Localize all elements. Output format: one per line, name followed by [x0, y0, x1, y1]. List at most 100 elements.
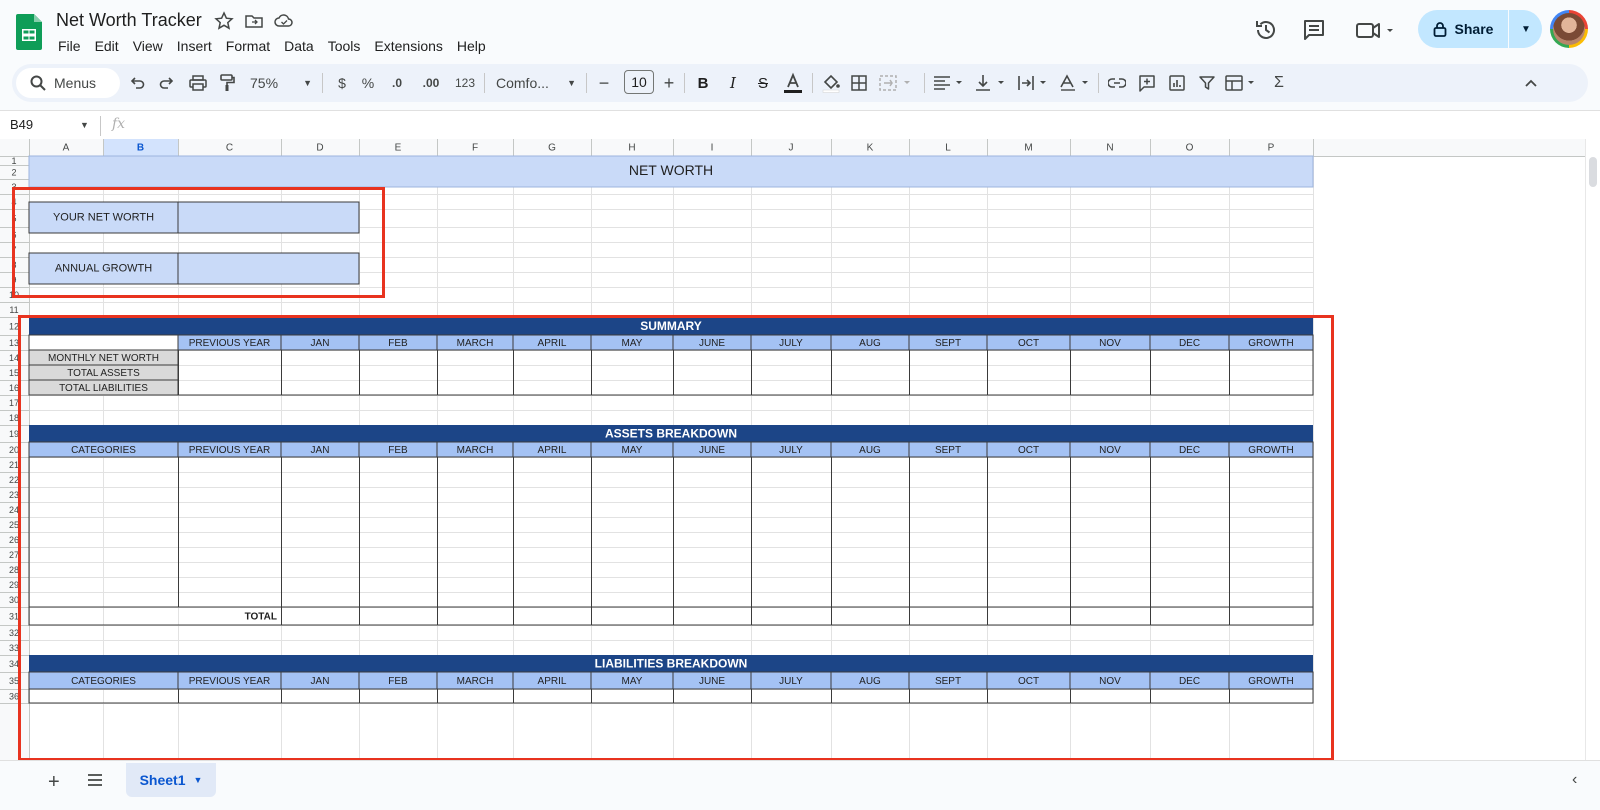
- row-header-1: 1: [11, 156, 16, 166]
- zoom-select[interactable]: 75% ▼: [246, 68, 316, 98]
- column-header-M: M: [1024, 143, 1032, 154]
- zoom-caret-icon: ▼: [303, 78, 312, 88]
- scroll-thumb[interactable]: [1589, 157, 1597, 187]
- menu-data[interactable]: Data: [284, 36, 314, 56]
- menu-view[interactable]: View: [133, 36, 163, 56]
- user-avatar[interactable]: [1550, 10, 1588, 48]
- menu-file[interactable]: File: [58, 36, 81, 56]
- sheet-tab-label: Sheet1: [139, 772, 186, 788]
- menu-edit[interactable]: Edit: [95, 36, 119, 56]
- fill-color-icon[interactable]: [818, 68, 844, 98]
- column-header-N: N: [1106, 143, 1113, 154]
- functions-icon[interactable]: Σ: [1266, 68, 1292, 98]
- side-panel-chevron-icon[interactable]: ‹: [1572, 771, 1577, 789]
- menu-extensions[interactable]: Extensions: [374, 36, 442, 56]
- all-sheets-icon[interactable]: [86, 773, 104, 787]
- menus-search-button[interactable]: Menus: [16, 68, 120, 98]
- net-worth-title: NET WORTH: [629, 162, 713, 178]
- share-label: Share: [1454, 21, 1494, 37]
- menu-format[interactable]: Format: [226, 36, 270, 56]
- document-title[interactable]: Net Worth Tracker: [56, 10, 202, 31]
- highlight-box-tables: [18, 315, 1334, 761]
- meet-call-icon[interactable]: [1354, 16, 1396, 44]
- vertical-scrollbar[interactable]: [1585, 139, 1600, 760]
- bold-icon[interactable]: B: [690, 68, 716, 98]
- column-header-O: O: [1186, 143, 1194, 154]
- move-folder-icon[interactable]: [244, 11, 264, 31]
- percent-format-button[interactable]: %: [356, 68, 380, 98]
- menus-label: Menus: [54, 75, 97, 91]
- search-icon: [30, 75, 46, 91]
- formula-bar: B49 ▼ fx: [0, 110, 1600, 141]
- name-box[interactable]: B49: [10, 117, 90, 132]
- currency-format-button[interactable]: $: [330, 68, 354, 98]
- version-history-icon[interactable]: [1252, 16, 1280, 44]
- filter-views-icon[interactable]: [1222, 68, 1262, 98]
- share-button[interactable]: Share ▼: [1418, 10, 1542, 48]
- column-header-P: P: [1268, 143, 1275, 154]
- menu-insert[interactable]: Insert: [177, 36, 212, 56]
- column-header-A: A: [63, 143, 70, 154]
- column-header-J: J: [789, 143, 794, 154]
- column-header-H: H: [628, 143, 635, 154]
- increase-decimal-label: .00: [422, 76, 440, 90]
- column-header-I: I: [711, 143, 714, 154]
- text-wrapping-icon[interactable]: [1014, 68, 1054, 98]
- column-header-E: E: [395, 143, 402, 154]
- decrease-decimal-button[interactable]: .0: [384, 68, 410, 98]
- column-header-C: C: [226, 143, 233, 154]
- redo-icon[interactable]: [154, 68, 180, 98]
- column-header-K: K: [867, 143, 874, 154]
- name-box-caret-icon[interactable]: ▼: [80, 120, 89, 130]
- column-header-F: F: [472, 143, 478, 154]
- increase-decimal-button[interactable]: .00: [416, 68, 446, 98]
- column-header-B: B: [137, 143, 144, 154]
- comments-icon[interactable]: [1300, 16, 1328, 44]
- increase-font-size-button[interactable]: +: [658, 68, 680, 98]
- merge-cells-icon[interactable]: [876, 68, 918, 98]
- undo-icon[interactable]: [124, 68, 150, 98]
- more-formats-button[interactable]: 123: [450, 68, 480, 98]
- column-header-L: L: [945, 143, 951, 154]
- print-icon[interactable]: [184, 68, 212, 98]
- decrease-font-size-button[interactable]: −: [592, 68, 616, 98]
- row-header-2: 2: [11, 167, 16, 177]
- text-rotation-icon[interactable]: [1056, 68, 1096, 98]
- paint-format-icon[interactable]: [214, 68, 240, 98]
- menu-bar: File Edit View Insert Format Data Tools …: [58, 36, 500, 56]
- row-header-11: 11: [9, 305, 18, 315]
- fx-icon: fx: [112, 116, 126, 132]
- sheets-logo-icon[interactable]: [16, 14, 42, 50]
- borders-icon[interactable]: [846, 68, 872, 98]
- sheet-tab-sheet1[interactable]: Sheet1 ▼: [126, 763, 216, 797]
- cloud-saved-icon[interactable]: [274, 11, 294, 31]
- menu-help[interactable]: Help: [457, 36, 486, 56]
- column-header-G: G: [548, 143, 556, 154]
- font-family-select[interactable]: Comfo... ▼: [490, 68, 582, 98]
- sheet-tabs-bar: + Sheet1 ▼ ‹: [0, 760, 1600, 810]
- filter-icon[interactable]: [1194, 68, 1220, 98]
- vertical-align-icon[interactable]: [972, 68, 1012, 98]
- italic-icon[interactable]: I: [720, 68, 746, 98]
- sheet-tab-caret-icon[interactable]: ▼: [194, 775, 203, 785]
- collapse-toolbar-icon[interactable]: [1518, 68, 1544, 98]
- menu-tools[interactable]: Tools: [328, 36, 361, 56]
- lock-icon: [1433, 22, 1446, 37]
- horizontal-align-icon[interactable]: [930, 68, 970, 98]
- insert-comment-icon[interactable]: [1134, 68, 1160, 98]
- font-caret-icon: ▼: [567, 78, 576, 88]
- highlight-box-net-worth: [12, 187, 385, 298]
- add-sheet-button[interactable]: +: [48, 771, 60, 794]
- star-icon[interactable]: [214, 11, 234, 31]
- zoom-value: 75%: [250, 75, 279, 91]
- share-dropdown-icon[interactable]: ▼: [1510, 10, 1542, 48]
- insert-link-icon[interactable]: [1104, 68, 1130, 98]
- font-family-value: Comfo...: [496, 75, 549, 91]
- toolbar: Menus 75%▼ $ % .0 .00 123 Comfo...▼ − + …: [12, 64, 1588, 102]
- decrease-decimal-label: .0: [391, 76, 402, 90]
- font-size-input[interactable]: [624, 70, 654, 94]
- strikethrough-icon[interactable]: S: [750, 68, 776, 98]
- column-header-D: D: [316, 143, 323, 154]
- insert-chart-icon[interactable]: [1164, 68, 1190, 98]
- text-color-icon[interactable]: [780, 68, 806, 98]
